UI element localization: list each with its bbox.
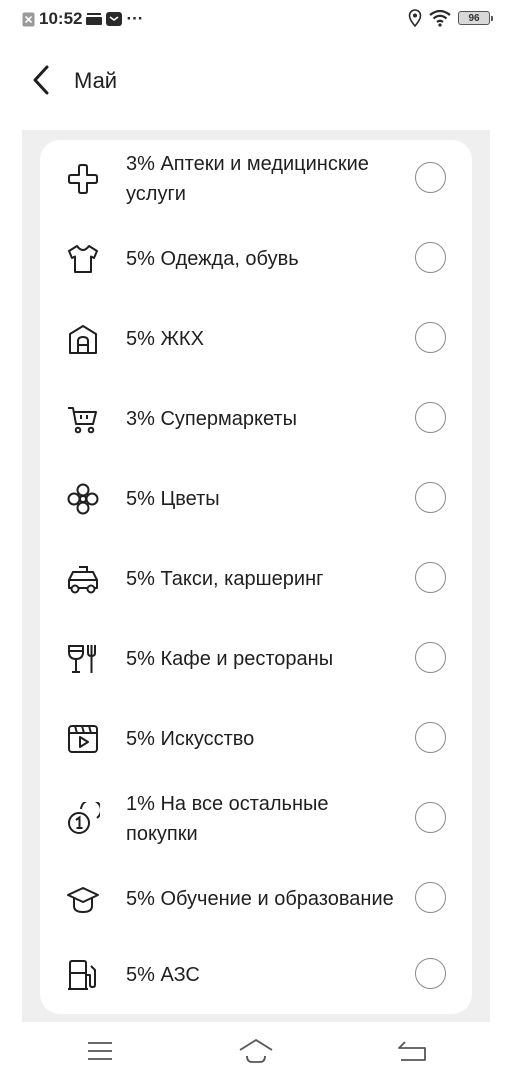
menu-icon bbox=[88, 1042, 112, 1060]
graduation-cap-icon bbox=[67, 887, 99, 914]
category-row-art[interactable]: 5% Искусство bbox=[40, 700, 472, 778]
category-radio[interactable] bbox=[415, 802, 446, 833]
coins-icon bbox=[68, 802, 100, 834]
notification-stack-icon bbox=[86, 12, 103, 26]
category-row-clothing[interactable]: 5% Одежда, обувь bbox=[40, 220, 472, 298]
category-radio[interactable] bbox=[415, 162, 446, 193]
back-nav-button[interactable] bbox=[392, 1036, 432, 1066]
battery-indicator: 96 bbox=[458, 11, 493, 25]
category-label: 1% На все остальные покупки bbox=[126, 793, 329, 845]
category-radio[interactable] bbox=[415, 242, 446, 273]
category-label: 3% Супермаркеты bbox=[126, 408, 297, 430]
category-radio[interactable] bbox=[415, 322, 446, 353]
taxi-icon bbox=[68, 566, 98, 594]
message-icon bbox=[106, 12, 123, 26]
category-label: 5% Одежда, обувь bbox=[126, 248, 299, 270]
status-bar: 10:52 ··· 96 bbox=[0, 0, 512, 40]
category-radio[interactable] bbox=[415, 958, 446, 989]
home-icon bbox=[239, 1039, 273, 1063]
category-label: 5% Обучение и образование bbox=[126, 888, 394, 910]
cross-icon bbox=[68, 164, 98, 194]
category-label: 5% Кафе и рестораны bbox=[126, 648, 334, 670]
category-label: 5% ЖКХ bbox=[126, 328, 204, 350]
wifi-icon bbox=[428, 9, 452, 27]
category-row-taxi[interactable]: 5% Такси, каршеринг bbox=[40, 540, 472, 618]
flower-icon bbox=[67, 483, 99, 515]
house-icon bbox=[69, 325, 97, 354]
category-label: 3% Аптеки и медицинские услуги bbox=[126, 153, 369, 205]
category-radio[interactable] bbox=[415, 722, 446, 753]
category-row-pharmacy[interactable]: 3% Аптеки и медицинские услуги bbox=[40, 140, 472, 218]
category-row-cafe[interactable]: 5% Кафе и рестораны bbox=[40, 620, 472, 698]
chevron-left-icon bbox=[33, 65, 49, 95]
category-row-gas-station[interactable]: 5% АЗС bbox=[40, 936, 472, 1014]
tshirt-icon bbox=[68, 245, 98, 273]
category-row-utilities[interactable]: 5% ЖКХ bbox=[40, 300, 472, 378]
category-radio[interactable] bbox=[415, 482, 446, 513]
page-title: Май bbox=[74, 68, 118, 93]
location-icon bbox=[408, 9, 422, 27]
home-button[interactable] bbox=[236, 1036, 276, 1066]
cart-icon bbox=[68, 407, 97, 434]
category-label: 5% АЗС bbox=[126, 964, 200, 986]
back-button[interactable] bbox=[26, 63, 56, 97]
restaurant-icon bbox=[68, 645, 96, 673]
category-radio[interactable] bbox=[415, 402, 446, 433]
category-radio[interactable] bbox=[415, 882, 446, 913]
category-radio[interactable] bbox=[415, 562, 446, 593]
fuel-pump-icon bbox=[68, 960, 96, 990]
category-row-supermarkets[interactable]: 3% Супермаркеты bbox=[40, 380, 472, 458]
back-arrow-icon bbox=[398, 1041, 426, 1061]
category-label: 5% Искусство bbox=[126, 728, 255, 750]
system-nav-bar bbox=[0, 1022, 512, 1080]
category-row-education[interactable]: 5% Обучение и образование bbox=[40, 860, 472, 938]
status-time: 10:52 bbox=[39, 9, 83, 28]
category-radio[interactable] bbox=[415, 642, 446, 673]
status-more: ··· bbox=[126, 9, 144, 28]
film-icon bbox=[68, 725, 98, 753]
menu-button[interactable] bbox=[80, 1036, 120, 1066]
category-label: 5% Цветы bbox=[126, 488, 220, 510]
category-row-flowers[interactable]: 5% Цветы bbox=[40, 460, 472, 538]
category-label: 5% Такси, каршеринг bbox=[126, 568, 324, 590]
category-row-other[interactable]: 1% На все остальные покупки bbox=[40, 780, 472, 858]
notification-x-icon bbox=[22, 12, 35, 27]
header: Май bbox=[0, 50, 512, 110]
